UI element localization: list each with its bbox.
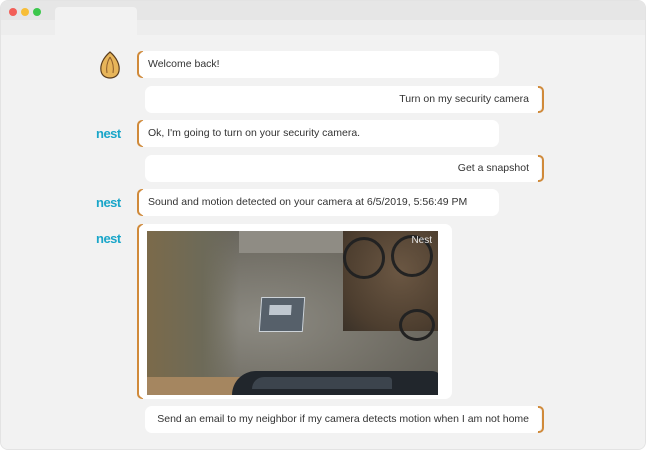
- sidewalk: [239, 231, 349, 253]
- message-brace: [538, 406, 544, 433]
- close-window-button[interactable]: [9, 8, 17, 16]
- house-wall: [147, 231, 239, 395]
- message-brace: [538, 155, 544, 182]
- browser-tab[interactable]: [55, 7, 137, 35]
- nest-logo: nest: [96, 231, 121, 246]
- user-message: Get a snapshot: [145, 155, 541, 182]
- bicycle-wheel: [399, 309, 435, 341]
- user-message: Turn on my security camera: [145, 86, 541, 113]
- camera-snapshot-image[interactable]: Nest: [147, 231, 438, 395]
- package: [258, 297, 306, 332]
- snapshot-card: Nest: [139, 224, 452, 399]
- user-message: Send an email to my neighbor if my camer…: [145, 406, 541, 433]
- chat-area: Welcome back! Turn on my security camera…: [1, 35, 645, 449]
- almond-icon: [100, 51, 120, 79]
- nest-message: Sound and motion detected on your camera…: [139, 189, 499, 216]
- assistant-message: Welcome back!: [139, 51, 499, 78]
- bicycle-wheel: [343, 237, 385, 279]
- nest-message: Ok, I'm going to turn on your security c…: [139, 120, 499, 147]
- car: [232, 371, 438, 395]
- wall: [147, 377, 242, 395]
- title-bar: [1, 1, 645, 35]
- minimize-window-button[interactable]: [21, 8, 29, 16]
- snapshot-watermark: Nest: [411, 235, 432, 246]
- message-brace: [538, 86, 544, 113]
- browser-window: Welcome back! Turn on my security camera…: [0, 0, 646, 450]
- nest-logo: nest: [96, 195, 121, 210]
- maximize-window-button[interactable]: [33, 8, 41, 16]
- nest-logo: nest: [96, 126, 121, 141]
